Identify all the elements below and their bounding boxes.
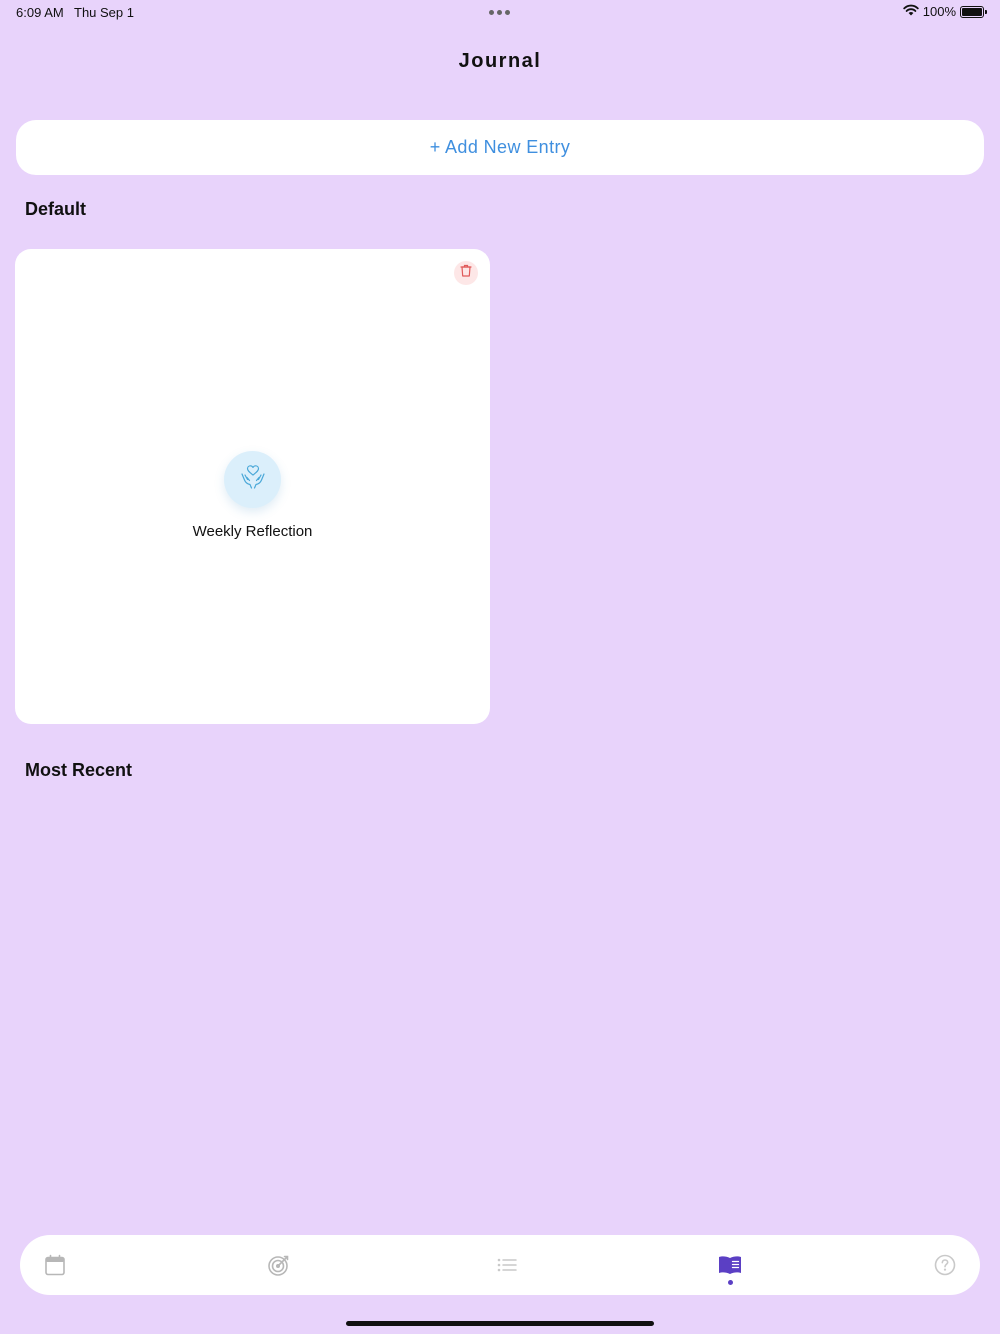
add-new-entry-button[interactable]: + Add New Entry <box>16 120 984 175</box>
journal-book-icon <box>718 1254 742 1281</box>
section-title-default: Default <box>25 199 87 219</box>
status-bar: 6:09 AM Thu Sep 1 100% <box>0 0 1000 24</box>
list-icon <box>497 1258 517 1277</box>
tab-bar <box>20 1235 980 1295</box>
heart-hands-icon <box>239 463 267 496</box>
status-date: Thu Sep 1 <box>74 5 134 20</box>
tab-goals[interactable] <box>265 1253 293 1281</box>
battery-icon <box>960 5 987 18</box>
card-icon-badge <box>224 451 281 508</box>
status-time: 6:09 AM <box>16 5 64 20</box>
section-title-most-recent: Most Recent <box>25 760 133 780</box>
tab-help[interactable] <box>931 1253 959 1281</box>
status-indicators: 100% <box>903 4 987 19</box>
wifi-icon <box>903 4 919 19</box>
page-title: Journal <box>458 50 542 72</box>
tab-calendar[interactable] <box>41 1253 69 1281</box>
help-icon <box>934 1254 956 1281</box>
target-icon <box>267 1253 291 1282</box>
battery-percent: 100% <box>922 4 956 19</box>
tab-list[interactable] <box>493 1253 521 1281</box>
journal-template-card[interactable]: Weekly Reflection <box>15 249 490 724</box>
multitasking-dots-icon[interactable] <box>489 10 510 15</box>
trash-icon <box>460 264 472 282</box>
active-tab-indicator <box>728 1280 733 1285</box>
card-label: Weekly Reflection <box>192 523 313 540</box>
delete-button[interactable] <box>454 261 478 285</box>
tab-journal[interactable] <box>716 1253 744 1281</box>
calendar-icon <box>44 1254 66 1281</box>
home-indicator[interactable] <box>346 1321 654 1326</box>
